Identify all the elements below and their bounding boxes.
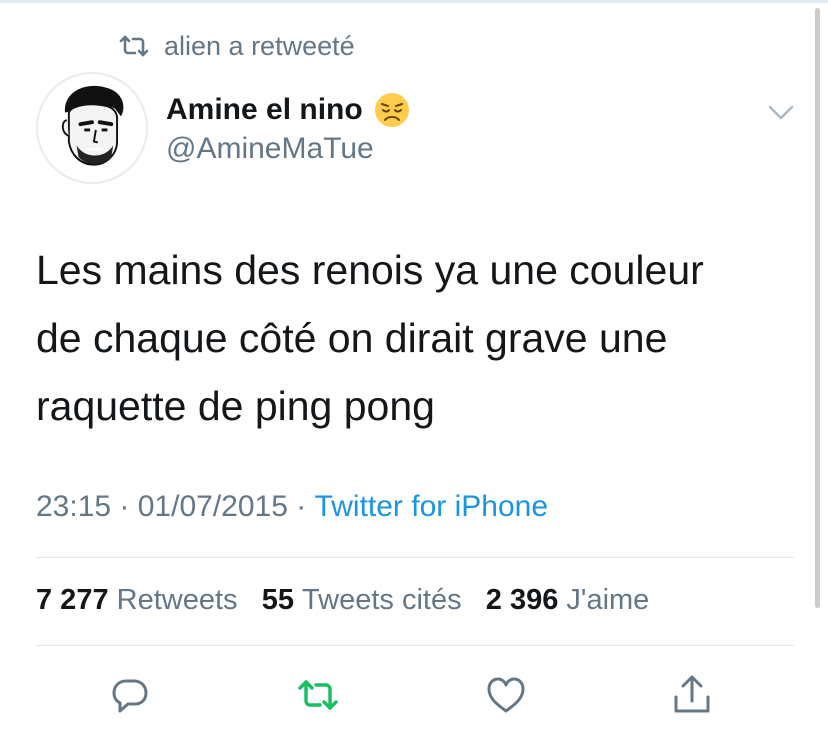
retweet-icon [298, 680, 338, 710]
retweet-banner-text: alien a retweeté [164, 30, 355, 61]
reply-button[interactable] [106, 672, 154, 718]
scrollbar[interactable] [815, 8, 820, 608]
quotes-label[interactable]: Tweets cités [302, 584, 462, 617]
avatar[interactable] [36, 72, 148, 184]
disappointed-face-emoji-icon [374, 93, 409, 127]
meta-separator: · [111, 490, 138, 523]
heart-icon [487, 677, 525, 713]
retweet-banner[interactable]: alien a retweeté [118, 30, 355, 62]
tweet-source-link[interactable]: Twitter for iPhone [315, 490, 548, 524]
author-block[interactable]: Amine el nino @AmineMaTue [166, 90, 411, 166]
chevron-down-icon[interactable] [766, 100, 796, 124]
tweet-text-line: Les mains des renois ya une couleur [36, 247, 704, 293]
tweet-time[interactable]: 23:15 [36, 490, 111, 524]
retweets-count[interactable]: 7 277 [36, 584, 109, 617]
like-button[interactable] [482, 672, 530, 718]
cartoon-face-avatar-icon [61, 85, 124, 166]
likes-count[interactable]: 2 396 [486, 584, 559, 617]
share-button[interactable] [668, 672, 716, 718]
likes-label[interactable]: J'aime [566, 584, 649, 617]
divider [36, 557, 794, 558]
tweet-text: Les mains des renois ya une couleur de c… [36, 236, 796, 440]
retweet-icon [119, 35, 149, 57]
retweets-label[interactable]: Retweets [117, 584, 238, 617]
tweet-stats: 7 277 Retweets 55 Tweets cités 2 396 J'a… [36, 584, 649, 617]
top-border [0, 0, 828, 3]
tweet-date[interactable]: 01/07/2015 [138, 490, 288, 524]
action-bar [0, 672, 828, 718]
retweet-button[interactable] [294, 672, 342, 718]
display-name[interactable]: Amine el nino [166, 93, 363, 127]
divider [36, 645, 794, 646]
tweet-meta: 23:15 · 01/07/2015 · Twitter for iPhone [36, 490, 548, 524]
tweet-text-line: raquette de ping pong [36, 383, 435, 429]
reply-icon [112, 679, 148, 713]
share-icon [674, 675, 710, 713]
quotes-count[interactable]: 55 [262, 584, 294, 617]
meta-separator: · [287, 490, 315, 523]
author-handle[interactable]: @AmineMaTue [166, 132, 411, 166]
tweet-text-line: de chaque côté on dirait grave une [36, 315, 668, 361]
